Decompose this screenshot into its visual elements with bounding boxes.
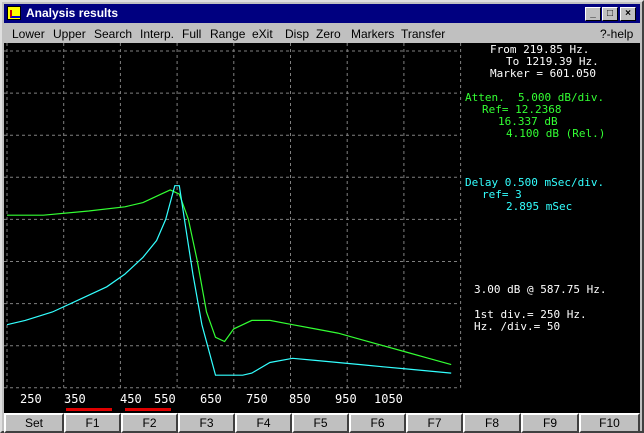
maximize-button[interactable]: □ bbox=[602, 7, 618, 21]
x-tick-label: 950 bbox=[335, 392, 357, 406]
x-tick-label: 750 bbox=[246, 392, 268, 406]
menu-disp[interactable]: Disp bbox=[285, 27, 309, 41]
x-tick-label: 1050 bbox=[374, 392, 403, 406]
bandwidth-readout: 3.00 dB @ 587.75 Hz. bbox=[474, 283, 607, 296]
function-key-bar: Set F1 F2 F3 F4 F5 F6 F7 F8 F9 F10 bbox=[4, 413, 640, 433]
app-icon bbox=[7, 6, 21, 20]
menu-interp[interactable]: Interp. bbox=[140, 27, 174, 41]
attenuation-series-line bbox=[7, 189, 452, 366]
menu-search[interactable]: Search bbox=[94, 27, 132, 41]
x-tick-label: 250 bbox=[20, 392, 42, 406]
x-tick-label: 650 bbox=[200, 392, 222, 406]
window-title: Analysis results bbox=[26, 6, 119, 20]
x-tick-label: 350 bbox=[64, 392, 86, 406]
f3-button[interactable]: F3 bbox=[178, 413, 235, 433]
delay-series-line bbox=[6, 185, 452, 376]
f10-button[interactable]: F10 bbox=[579, 413, 640, 433]
f5-button[interactable]: F5 bbox=[292, 413, 349, 433]
f1-button[interactable]: F1 bbox=[64, 413, 121, 433]
menu-help[interactable]: ?-help bbox=[600, 27, 633, 41]
f2-button[interactable]: F2 bbox=[121, 413, 178, 433]
menu-upper[interactable]: Upper bbox=[53, 27, 86, 41]
menu-bar: Lower Upper Search Interp. Full Range eX… bbox=[4, 24, 640, 43]
f6-button[interactable]: F6 bbox=[349, 413, 406, 433]
f7-button[interactable]: F7 bbox=[406, 413, 463, 433]
atten-rel: 4.100 dB (Rel.) bbox=[506, 127, 606, 140]
marker-bar-f1 bbox=[66, 408, 112, 411]
f4-button[interactable]: F4 bbox=[235, 413, 292, 433]
hz-div-readout: Hz. /div.= 50 bbox=[474, 320, 561, 333]
analysis-window: Analysis results _ □ × Lower Upper Searc… bbox=[0, 0, 644, 433]
menu-zero[interactable]: Zero bbox=[316, 27, 341, 41]
menu-full[interactable]: Full bbox=[182, 27, 201, 41]
menu-markers[interactable]: Markers bbox=[351, 27, 394, 41]
x-tick-label: 550 bbox=[154, 392, 176, 406]
menu-transfer[interactable]: Transfer bbox=[401, 27, 445, 41]
minimize-button[interactable]: _ bbox=[585, 7, 601, 21]
plot-area[interactable]: From 219.85 Hz. To 1219.39 Hz. Marker = … bbox=[4, 43, 640, 413]
f8-button[interactable]: F8 bbox=[463, 413, 521, 433]
marker-readout: Marker = 601.050 bbox=[490, 67, 596, 80]
title-bar: Analysis results _ □ × bbox=[4, 4, 640, 23]
marker-bar-f2 bbox=[125, 408, 171, 411]
menu-lower[interactable]: Lower bbox=[12, 27, 45, 41]
close-button[interactable]: × bbox=[620, 7, 636, 21]
set-button[interactable]: Set bbox=[4, 413, 64, 433]
x-tick-label: 450 bbox=[120, 392, 142, 406]
x-tick-label: 850 bbox=[289, 392, 311, 406]
menu-exit[interactable]: eXit bbox=[252, 27, 273, 41]
menu-range[interactable]: Range bbox=[210, 27, 245, 41]
f9-button[interactable]: F9 bbox=[521, 413, 579, 433]
delay-value: 2.895 mSec bbox=[506, 200, 573, 213]
